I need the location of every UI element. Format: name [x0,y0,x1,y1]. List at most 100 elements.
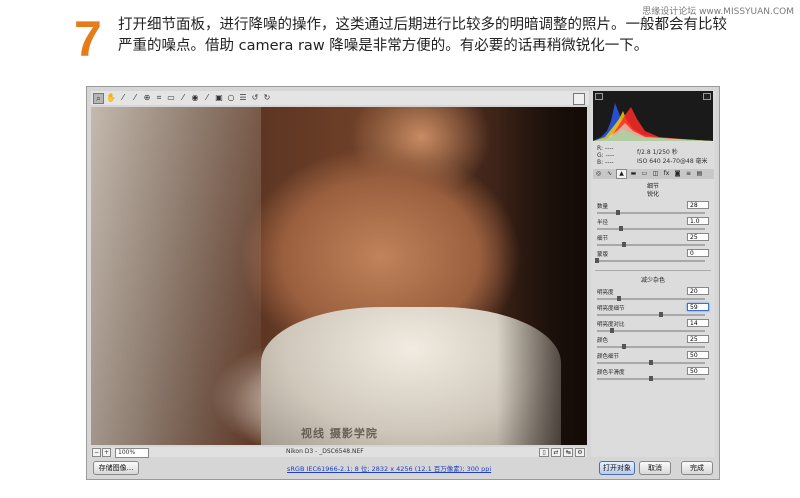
swap-icon[interactable]: ↹ [563,448,573,457]
slider-row: 颜色细节 50 [595,351,711,366]
open-object-button[interactable]: 打开对象 [599,461,635,475]
slider-track[interactable] [597,212,705,214]
slider-track[interactable] [597,346,705,348]
rotate-cw-icon[interactable]: ↻ [262,93,272,103]
slider-label: 明亮度 [597,290,614,296]
slider-row: 颜色平滑度 50 [595,367,711,382]
slider-label: 半径 [597,220,609,226]
settings-toggle-icon[interactable]: ⚙ [575,448,585,457]
camera-raw-window: ⌕ ✋ ⁄ ⁄ ⊕ ⌗ ▭ ⁄ ◉ ⁄ ▣ ○ ☰ ↺ ↻ 视线 摄影学院 − … [86,86,720,480]
slider-thumb[interactable] [649,376,653,381]
bottom-bar: 存储图像... sRGB IEC61966-2.1; 8 位; 2832 x 4… [91,461,715,475]
slider-row: 细节 25 [595,233,711,248]
instruction-text: 打开细节面板，进行降噪的操作，这类通过后期进行比较多的明暗调整的照片。一般都会有… [118,17,727,54]
sharpen-title: 锐化 [646,191,659,198]
veil-region [91,107,261,445]
workflow-options-link[interactable]: sRGB IEC61966-2.1; 8 位; 2832 x 4256 (12.… [287,463,491,473]
detail-panel: 锐化 数量 28 半径 1.0 细节 25 蒙版 0 减少杂色 明亮度 20 明亮度细节 59 明亮度… [595,187,711,384]
graduated-filter-icon[interactable]: ▣ [214,93,224,103]
step-number: 7 [74,11,102,67]
spot-removal-icon[interactable]: ⁄ [178,93,188,103]
target-adjust-icon[interactable]: ⊕ [142,93,152,103]
slider-row: 明亮度 20 [595,287,711,302]
slider-value-field[interactable]: 28 [687,201,709,209]
before-after-icon[interactable]: ⇄ [551,448,561,457]
photo-preview[interactable]: 视线 摄影学院 [91,107,587,445]
fullscreen-toggle-icon[interactable] [573,93,585,105]
cancel-button[interactable]: 取消 [639,461,671,475]
slider-value-field[interactable]: 25 [687,335,709,343]
zoom-in-button[interactable]: + [102,448,111,457]
radial-filter-icon[interactable]: ○ [226,93,236,103]
hand-icon[interactable]: ✋ [106,93,116,103]
slider-thumb[interactable] [622,242,626,247]
slider-track[interactable] [597,260,705,262]
detail-tab-icon[interactable]: ▲ [616,169,627,179]
slider-thumb[interactable] [595,258,599,263]
zoom-out-button[interactable]: − [92,448,101,457]
view-mode-icon[interactable]: ▯ [539,448,549,457]
slider-thumb[interactable] [610,328,615,333]
slider-track[interactable] [597,298,705,300]
slider-label: 颜色细节 [597,354,620,360]
slider-value-field[interactable]: 14 [687,319,709,327]
camera-calibration-tab-icon[interactable]: ◙ [673,170,682,178]
slider-thumb[interactable] [618,226,623,231]
slider-track[interactable] [597,314,705,316]
shadow-region [497,107,587,445]
zoom-icon[interactable]: ⌕ [93,92,104,104]
highlight-clip-warning-icon[interactable] [703,93,711,100]
white-balance-icon[interactable]: ⁄ [118,93,128,103]
red-eye-icon[interactable]: ◉ [190,93,200,103]
slider-value-field[interactable]: 25 [687,233,709,241]
save-image-button[interactable]: 存储图像... [93,461,139,475]
slider-value-field[interactable]: 20 [687,287,709,295]
slider-value-field[interactable]: 0 [687,249,709,257]
shadow-clip-warning-icon[interactable] [595,93,603,100]
info-panel: R: ---- G: ---- B: ---- f/2.8 1/250 秒 IS… [593,143,713,167]
slider-value-field[interactable]: 50 [687,367,709,375]
color-sampler-icon[interactable]: ⁄ [130,93,140,103]
presets-tab-icon[interactable]: ≡ [684,170,693,178]
snapshots-tab-icon[interactable]: ▤ [695,170,704,178]
straighten-icon[interactable]: ▭ [166,93,176,103]
noise-title: 减少杂色 [640,277,665,284]
slider-label: 蒙版 [597,252,609,258]
slider-thumb[interactable] [615,210,620,215]
slider-thumb[interactable] [658,312,663,317]
rgb-readout: R: ---- G: ---- B: ---- [597,145,614,166]
adjustment-brush-icon[interactable]: ⁄ [202,93,212,103]
slider-label: 明亮度对比 [597,322,625,328]
slider-label: 颜色 [597,338,609,344]
split-toning-tab-icon[interactable]: ▭ [640,170,649,178]
exif-aperture-shutter: f/2.8 1/250 秒 [637,149,678,156]
crop-icon[interactable]: ⌗ [154,93,164,103]
slider-track[interactable] [597,244,705,246]
zoom-level-select[interactable]: 100% [115,448,149,458]
slider-thumb[interactable] [649,360,653,365]
lens-tab-icon[interactable]: ◫ [651,170,660,178]
noise-sliders: 明亮度 20 明亮度细节 59 明亮度对比 14 颜色 25 颜色细节 50 颜色平滑度 50 [595,287,711,382]
photo-watermark: 视线 摄影学院 [301,427,378,440]
slider-label: 细节 [597,236,609,242]
slider-value-field[interactable]: 59 [687,303,709,311]
slider-thumb[interactable] [622,344,626,349]
effects-tab-icon[interactable]: fx [662,170,671,178]
tone-curve-tab-icon[interactable]: ∿ [605,170,614,178]
slider-row: 明亮度对比 14 [595,319,711,334]
slider-row: 数量 28 [595,201,711,216]
slider-label: 数量 [597,204,609,210]
slider-value-field[interactable]: 50 [687,351,709,359]
slider-value-field[interactable]: 1.0 [687,217,709,225]
slider-thumb[interactable] [616,296,621,301]
preferences-icon[interactable]: ☰ [238,93,248,103]
divider [595,270,711,271]
basic-tab-icon[interactable]: ◎ [594,170,603,178]
slider-row: 半径 1.0 [595,217,711,232]
rotate-ccw-icon[interactable]: ↺ [250,93,260,103]
slider-row: 明亮度细节 59 [595,303,711,318]
done-button[interactable]: 完成 [681,461,713,475]
panel-tabs: ◎ ∿ ▲ ▬ ▭ ◫ fx ◙ ≡ ▤ [593,169,714,179]
slider-track[interactable] [597,228,705,230]
hsl-tab-icon[interactable]: ▬ [629,170,638,178]
